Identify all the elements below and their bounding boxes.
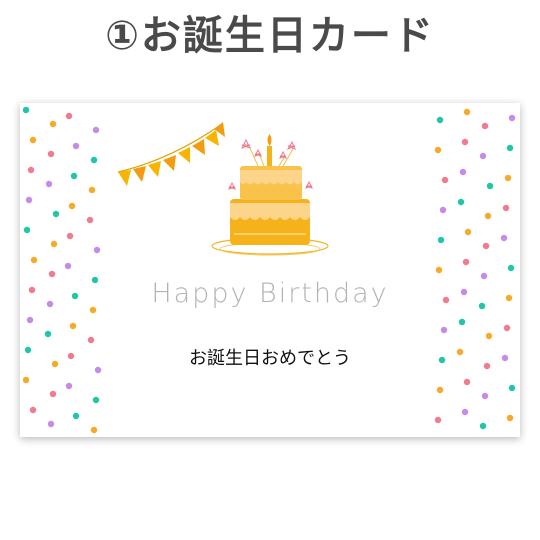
page-title: ①お誕生日カード [105, 13, 435, 59]
birthday-card: Happy Birthday お誕生日おめでとう [20, 103, 520, 437]
card-headline: Happy Birthday [151, 278, 389, 309]
birthday-cake-icon [211, 134, 329, 256]
card-message: お誕生日おめでとう [189, 348, 351, 369]
